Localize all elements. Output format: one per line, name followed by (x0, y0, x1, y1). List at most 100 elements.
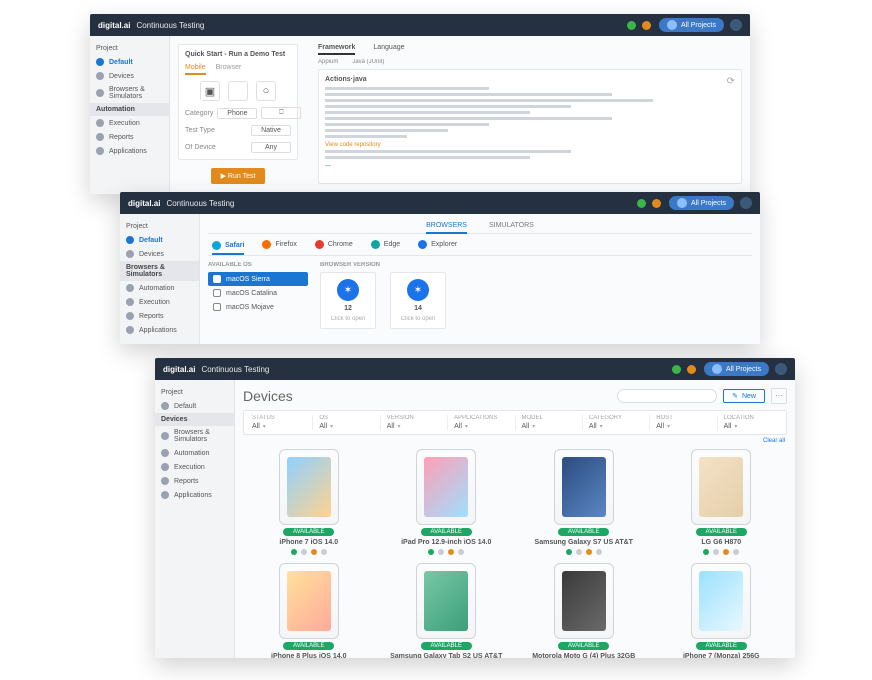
category-select[interactable]: Phone (217, 108, 257, 119)
version-tile[interactable]: ✶ 12 Click to open (320, 272, 376, 329)
sidebar-item-reports[interactable]: Reports (120, 309, 199, 323)
project-switcher[interactable]: All Projects (669, 196, 734, 210)
filter-value: All ▾ (387, 423, 401, 430)
search-input[interactable] (617, 389, 717, 403)
secondary-link[interactable]: — (325, 163, 735, 169)
sidebar-item-execution[interactable]: Execution (120, 295, 199, 309)
sidebar-item-default[interactable]: Default (90, 55, 169, 69)
os-apple-button[interactable] (228, 81, 248, 101)
settings-button[interactable]: ⋯ (771, 388, 787, 404)
sidebar-item-reports[interactable]: Reports (90, 130, 169, 144)
browser-safari[interactable]: Safari (212, 241, 244, 255)
browser-edge[interactable]: Edge (371, 240, 400, 249)
device-card[interactable]: AVAILABLEiPhone 7 (Monza) 256G (658, 563, 786, 658)
help-button[interactable] (730, 19, 742, 31)
chevron-down-icon: ▾ (734, 423, 737, 430)
sidebar-item-applications[interactable]: Applications (155, 488, 234, 502)
chevron-down-icon: ▾ (398, 423, 401, 430)
os-any-button[interactable]: ○ (256, 81, 276, 101)
device-card[interactable]: AVAILABLELG G6 H870 (658, 449, 786, 555)
chevron-down-icon: ▾ (263, 423, 266, 430)
filter-item[interactable]: HostAll ▾ (650, 415, 717, 430)
dot-icon (96, 89, 104, 97)
run-test-button[interactable]: ▶ Run Test (211, 168, 266, 184)
os-option[interactable]: macOS Sierra (208, 272, 308, 286)
sidebar: Project Default Devices Browsers & Simul… (120, 214, 200, 344)
device-card[interactable]: AVAILABLEiPhone 7 iOS 14.0 (245, 449, 373, 555)
sidebar-item-reports[interactable]: Reports (155, 474, 234, 488)
titlebar: digital.ai Continuous Testing All Projec… (120, 192, 760, 214)
sidebar-item-automation[interactable]: Automation (155, 446, 234, 460)
project-switcher[interactable]: All Projects (704, 362, 769, 376)
device-screen (287, 571, 331, 631)
device-name: LG G6 H870 (701, 539, 741, 546)
browser-chrome[interactable]: Chrome (315, 240, 353, 249)
sidebar-header-devices[interactable]: Devices (155, 413, 234, 426)
log-line (325, 87, 489, 90)
sidebar-item-browsers[interactable]: Browsers & Simulators (90, 83, 169, 103)
tab-language[interactable]: Language (373, 44, 404, 55)
device-card[interactable]: AVAILABLESamsung Galaxy Tab S2 US AT&T (383, 563, 511, 658)
device-screen (424, 457, 468, 517)
sidebar-item-applications[interactable]: Applications (120, 323, 199, 337)
filter-item[interactable]: LocationAll ▾ (718, 415, 784, 430)
filter-item[interactable]: StatusAll ▾ (246, 415, 313, 430)
plus-icon: ✎ (732, 392, 738, 400)
version-tile[interactable]: ✶ 14 Click to open (390, 272, 446, 329)
sidebar-item-execution[interactable]: Execution (90, 116, 169, 130)
code-repo-link[interactable]: View code repository (325, 142, 735, 148)
device-card[interactable]: AVAILABLEMotorola Moto G (4) Plus 32GB (520, 563, 648, 658)
field-device: Of Device Any (185, 142, 291, 153)
sidebar-item-devices[interactable]: Devices (90, 69, 169, 83)
log-line (325, 129, 448, 132)
filter-item[interactable]: ApplicationsAll ▾ (448, 415, 515, 430)
refresh-icon[interactable]: ⟳ (727, 76, 735, 87)
filter-item[interactable]: OSAll ▾ (313, 415, 380, 430)
sidebar-item-default[interactable]: Default (120, 233, 199, 247)
product-name: Continuous Testing (166, 199, 234, 208)
status-badge: AVAILABLE (421, 528, 472, 536)
os-option[interactable]: macOS Catalina (208, 286, 308, 300)
filter-label: Host (656, 415, 673, 421)
help-button[interactable] (775, 363, 787, 375)
device-card[interactable]: AVAILABLEiPhone 8 Plus iOS 14.0 (245, 563, 373, 658)
page-title: Devices (243, 388, 293, 404)
filter-item[interactable]: VersionAll ▾ (381, 415, 448, 430)
dot-icon (96, 58, 104, 66)
sidebar-item-automation[interactable]: Automation (120, 281, 199, 295)
tab-simulators[interactable]: SIMULATORS (489, 222, 534, 229)
sidebar-item-default[interactable]: Default (155, 399, 234, 413)
device-card[interactable]: AVAILABLEiPad Pro 12.9-inch iOS 14.0 (383, 449, 511, 555)
tab-mobile[interactable]: Mobile (185, 64, 206, 75)
filter-item[interactable]: ModelAll ▾ (516, 415, 583, 430)
os-android-button[interactable]: ▣ (200, 81, 220, 101)
browser-firefox[interactable]: Firefox (262, 240, 296, 249)
tab-browser[interactable]: Browser (216, 64, 242, 75)
help-button[interactable] (740, 197, 752, 209)
os-toggle-row: ▣ ○ (185, 81, 291, 101)
project-switcher[interactable]: All Projects (659, 18, 724, 32)
clear-filters-link[interactable]: Clear all (243, 435, 787, 447)
filter-item[interactable]: CategoryAll ▾ (583, 415, 650, 430)
tab-browsers[interactable]: BROWSERS (426, 222, 467, 234)
status-indicator-green (672, 365, 681, 374)
testtype-select[interactable]: Native (251, 125, 291, 136)
category-alt[interactable]: ⎕ (261, 107, 301, 119)
status-indicator-green (627, 21, 636, 30)
device-card[interactable]: AVAILABLESamsung Galaxy S7 US AT&T (520, 449, 648, 555)
sidebar-item-browsers[interactable]: Browsers & Simulators (155, 426, 234, 446)
sidebar-item-applications[interactable]: Applications (90, 144, 169, 158)
new-device-button[interactable]: ✎New (723, 389, 765, 403)
device-grid: AVAILABLEiPhone 7 iOS 14.0AVAILABLEiPad … (243, 447, 787, 658)
browser-version-column: Browser Version ✶ 12 Click to open ✶ 14 … (320, 262, 446, 329)
status-badge: AVAILABLE (696, 642, 747, 650)
tab-framework[interactable]: Framework (318, 44, 355, 55)
sidebar-item-devices[interactable]: Devices (120, 247, 199, 261)
sidebar-item-execution[interactable]: Execution (155, 460, 234, 474)
browser-explorer[interactable]: Explorer (418, 240, 457, 249)
filter-value: All ▾ (319, 423, 333, 430)
dot-icon (96, 72, 104, 80)
available-os-header: Available OS (208, 262, 308, 268)
os-option[interactable]: macOS Mojave (208, 300, 308, 314)
device-select[interactable]: Any (251, 142, 291, 153)
